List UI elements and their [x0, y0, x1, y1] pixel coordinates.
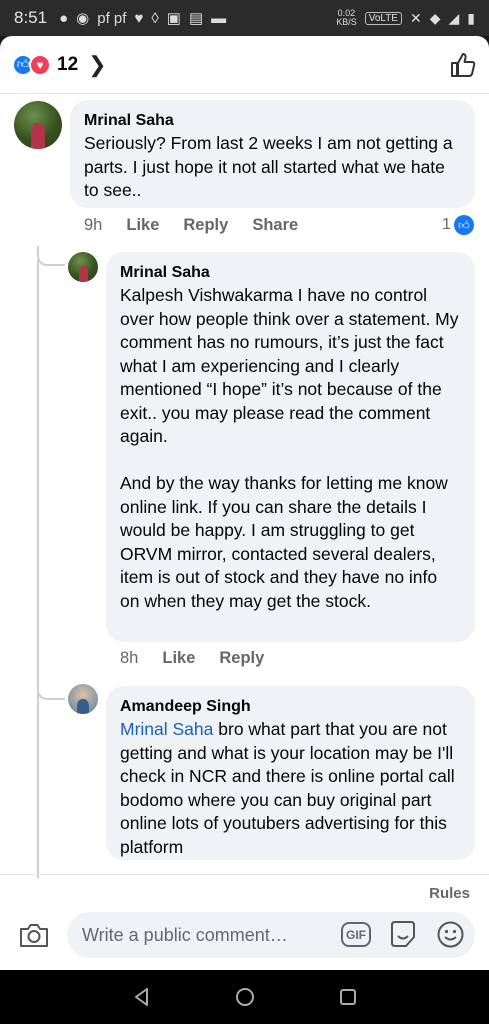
notification-icons: ● ◉ pf pf ♥ ◊ ▣ ▤ ▬ — [59, 9, 227, 28]
mute-icon: ✕ — [409, 9, 422, 26]
location-icon: ● — [59, 9, 69, 27]
avatar[interactable] — [14, 101, 62, 149]
comment-text: Mrinal Saha bro what part that you are n… — [120, 718, 461, 859]
signal-icon: ◢ — [448, 9, 460, 26]
image-icon: ▣ — [166, 10, 181, 27]
emoji-icon[interactable] — [436, 920, 465, 949]
recents-icon[interactable] — [337, 986, 359, 1008]
reply-button[interactable]: Reply — [183, 216, 228, 235]
notif-text: pf pf — [97, 9, 127, 27]
system-icons: 0.02 KB/S VoLTE ✕ ◆ ◢ ▮ — [336, 9, 475, 27]
avatar[interactable] — [68, 252, 98, 282]
reply-button[interactable]: Reply — [219, 649, 264, 668]
reaction-count: 12 — [57, 53, 79, 75]
comment-author[interactable]: Amandeep Singh — [120, 696, 461, 718]
app-icon: ▤ — [188, 10, 204, 27]
comment-reactions[interactable]: 1 👍︎ — [442, 215, 474, 235]
love-icon: ♥ — [29, 53, 51, 76]
thread-branch — [37, 246, 65, 266]
camera-icon[interactable] — [18, 921, 50, 949]
gif-button[interactable]: GIF — [341, 922, 371, 947]
card-icon: ▬ — [211, 9, 227, 27]
thumbs-up-icon[interactable] — [449, 51, 477, 79]
battery-icon: ▮ — [467, 9, 475, 26]
drop-icon: ◊ — [151, 9, 159, 27]
volte-badge: VoLTE — [364, 11, 402, 25]
comment-time[interactable]: 8h — [120, 649, 138, 668]
composer-divider — [0, 874, 489, 875]
back-icon[interactable] — [131, 986, 153, 1008]
chevron-right-icon: ❯ — [88, 51, 107, 77]
whatsapp-icon: ◉ — [76, 10, 90, 27]
status-time: 8:51 — [14, 8, 48, 27]
share-button[interactable]: Share — [252, 216, 298, 235]
rules-link[interactable]: Rules — [429, 885, 470, 902]
comment-author[interactable]: Mrinal Saha — [120, 262, 461, 284]
avatar[interactable] — [68, 684, 98, 714]
wifi-icon: ◆ — [429, 9, 441, 26]
home-icon[interactable] — [234, 986, 256, 1008]
like-icon: 👍︎ — [453, 215, 474, 235]
reactions-summary[interactable]: 👍︎ ♥ 12 ❯ — [12, 52, 107, 78]
comment-body: bro what part that you are not getting a… — [120, 719, 460, 857]
thread-branch — [37, 680, 65, 700]
comment-reaction-count: 1 — [442, 216, 451, 233]
comment-text: Kalpesh Vishwakarma I have no control ov… — [120, 285, 459, 611]
comment-text: Seriously? From last 2 weeks I am not ge… — [84, 133, 458, 200]
network-speed: 0.02 KB/S — [336, 9, 357, 27]
like-button[interactable]: Like — [162, 649, 195, 668]
comment-actions: 9h Like Reply Share — [84, 216, 322, 235]
mention-link[interactable]: Mrinal Saha — [120, 719, 213, 739]
comment-time[interactable]: 9h — [84, 216, 102, 235]
comment-bubble: Mrinal Saha Seriously? From last 2 weeks… — [70, 100, 475, 208]
like-button[interactable]: Like — [126, 216, 159, 235]
reactions-header: 👍︎ ♥ 12 ❯ — [0, 36, 489, 94]
system-nav-bar — [0, 970, 489, 1024]
speed-unit: KB/S — [336, 17, 357, 27]
thread-line — [37, 260, 39, 878]
reply-bubble: Amandeep Singh Mrinal Saha bro what part… — [106, 686, 475, 860]
comment-author[interactable]: Mrinal Saha — [84, 110, 461, 132]
comment-actions: 8h Like Reply — [120, 649, 288, 668]
status-bar: 8:51 ● ◉ pf pf ♥ ◊ ▣ ▤ ▬ 0.02 KB/S VoLTE… — [0, 0, 489, 36]
comments-sheet: 👍︎ ♥ 12 ❯ Mrinal Saha Seriously? From la… — [0, 36, 489, 970]
reply-bubble: Mrinal Saha Kalpesh Vishwakarma I have n… — [106, 252, 475, 642]
sticker-icon[interactable] — [388, 919, 418, 949]
heart-icon: ♥ — [134, 9, 144, 27]
